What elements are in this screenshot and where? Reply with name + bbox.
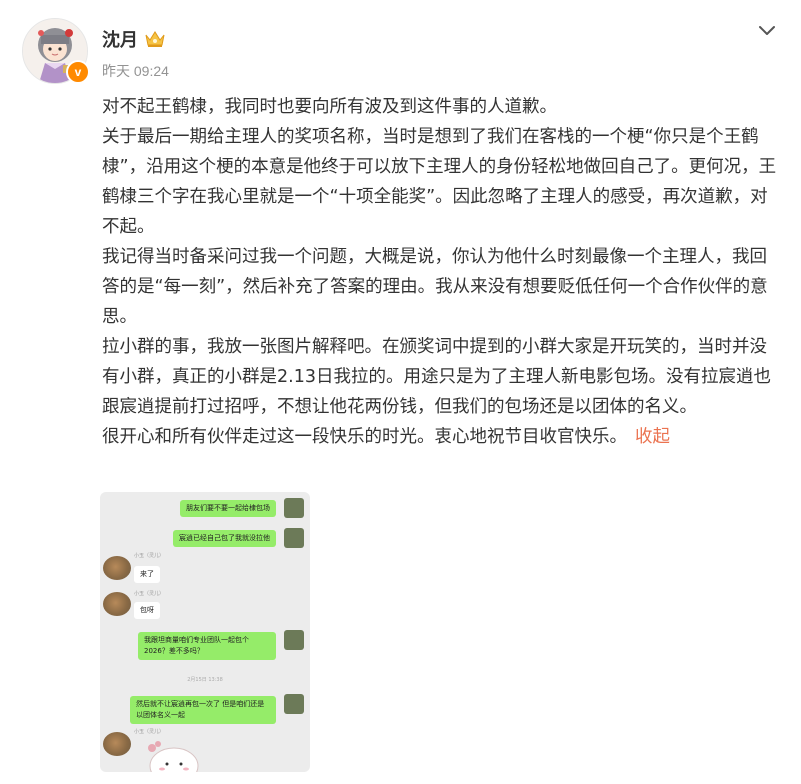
post-time[interactable]: 昨天 09:24 [102, 61, 169, 81]
chat-nickname: 小玉（灵儿） [134, 729, 165, 735]
chat-bubble: 包呀 [134, 602, 160, 619]
paragraph: 对不起王鹤棣，我同时也要向所有波及到这件事的人道歉。 [102, 97, 557, 117]
paragraph: 我记得当时备采问过我一个问题，大概是说，你认为他什么时刻最像一个主理人，我回答的… [102, 247, 768, 327]
chat-bubble: 宸逍已经自己包了我就没拉他 [173, 530, 276, 547]
chat-bubble: 我跟坦商量咱们专业团队一起包个2026？差不多吗？ [138, 632, 276, 660]
post-content: 对不起王鹤棣，我同时也要向所有波及到这件事的人道歉。 关于最后一期给主理人的奖项… [102, 92, 782, 452]
chat-avatar [284, 528, 304, 548]
sticker-icon [148, 741, 199, 772]
chat-bubble: 来了 [134, 566, 160, 583]
avatar[interactable]: v [22, 18, 90, 84]
username[interactable]: 沈月 [102, 26, 138, 52]
chevron-down-icon[interactable] [756, 22, 778, 40]
crown-icon [145, 31, 165, 47]
chat-avatar [284, 498, 304, 518]
post-image[interactable]: 朋友们要不要一起给棣包场 宸逍已经自己包了我就没拉他 小玉（灵儿） 来了 小玉（… [100, 492, 310, 772]
chat-nickname: 小玉（灵儿） [134, 553, 165, 559]
chat-bubble: 朋友们要不要一起给棣包场 [180, 500, 276, 517]
chat-avatar [284, 630, 304, 650]
collapse-link[interactable]: 收起 [635, 427, 670, 447]
chat-avatar [103, 592, 131, 616]
paragraph: 很开心和所有伙伴走过这一段快乐的时光。衷心地祝节目收官快乐。 [102, 427, 627, 447]
weibo-post: v 沈月 昨天 09:24 对不起王鹤棣，我同时也要向所有波及到这件事的人道歉。… [0, 0, 801, 784]
chat-avatar [284, 694, 304, 714]
chat-timestamp: 2月15日 13:38 [187, 677, 223, 683]
paragraph-last: 很开心和所有伙伴走过这一段快乐的时光。衷心地祝节目收官快乐。 收起 [102, 422, 782, 452]
chat-bubble: 然后就不让宸逍再包一次了 但是咱们还是以团体名义一起 [130, 696, 276, 724]
verified-badge-icon: v [66, 60, 90, 84]
chat-avatar [103, 732, 131, 756]
paragraph: 关于最后一期给主理人的奖项名称，当时是想到了我们在客栈的一个梗“你只是个王鹤棣”… [102, 127, 777, 237]
chat-nickname: 小玉（灵儿） [134, 591, 165, 597]
chat-avatar [103, 556, 131, 580]
paragraph: 拉小群的事，我放一张图片解释吧。在颁奖词中提到的小群大家是开玩笑的，当时并没有小… [102, 337, 771, 417]
